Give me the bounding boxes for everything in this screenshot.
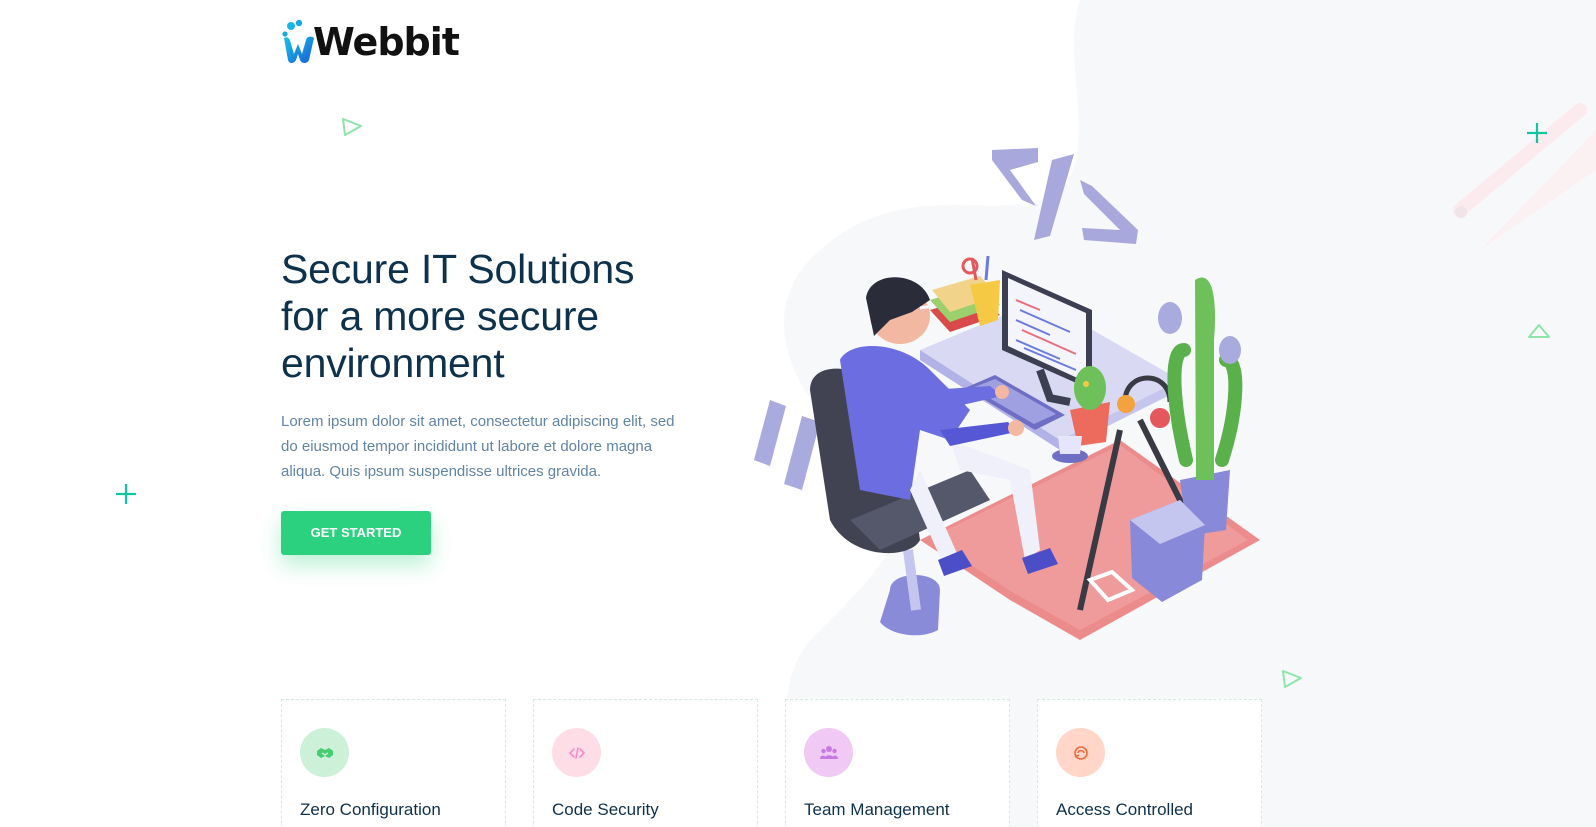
code-brackets-icon [992,148,1138,244]
handshake-icon [316,747,333,758]
triangle-outline-icon [1528,324,1550,338]
code-icon [568,746,585,759]
logo-text: Webbit [313,20,460,64]
feature-icon-circle [552,728,601,777]
get-started-button[interactable]: GET STARTED [281,511,431,555]
feature-card-team-management[interactable]: Team Management [785,699,1010,827]
feature-card-zero-configuration[interactable]: Zero Configuration [281,699,506,827]
settings-icon [1073,745,1088,760]
feature-title: Access Controlled [1056,800,1194,819]
brand-logo[interactable]: Webbit [281,18,460,64]
logo-mark-icon [282,19,314,63]
triangle-outline-icon [1282,670,1302,688]
feature-icon-circle [804,728,853,777]
feature-icon-circle [300,728,349,777]
hero-title: Secure IT Solutions for a more secure en… [281,246,701,387]
features-row: Zero Configuration Code Security Team Ma… [281,699,1262,827]
feature-title: Team Management [804,800,950,819]
triangle-outline-icon [342,118,362,136]
feature-card-access-controlled[interactable]: Access Controlled [1037,699,1262,827]
feature-title: Zero Configuration [300,800,441,819]
hero-title-line: Secure IT Solutions [281,246,635,292]
hero-section: Secure IT Solutions for a more secure en… [281,246,701,555]
hero-title-line: for a more secure [281,293,599,339]
users-icon [819,745,838,759]
plus-icon [116,484,136,504]
hero-title-line: environment [281,340,505,386]
feature-card-code-security[interactable]: Code Security [533,699,758,827]
feature-title: Code Security [552,800,659,819]
plus-icon [1527,123,1547,143]
developer-workstation-illustration [754,148,1260,640]
hero-description: Lorem ipsum dolor sit amet, consectetur … [281,413,675,480]
feature-icon-circle [1056,728,1105,777]
